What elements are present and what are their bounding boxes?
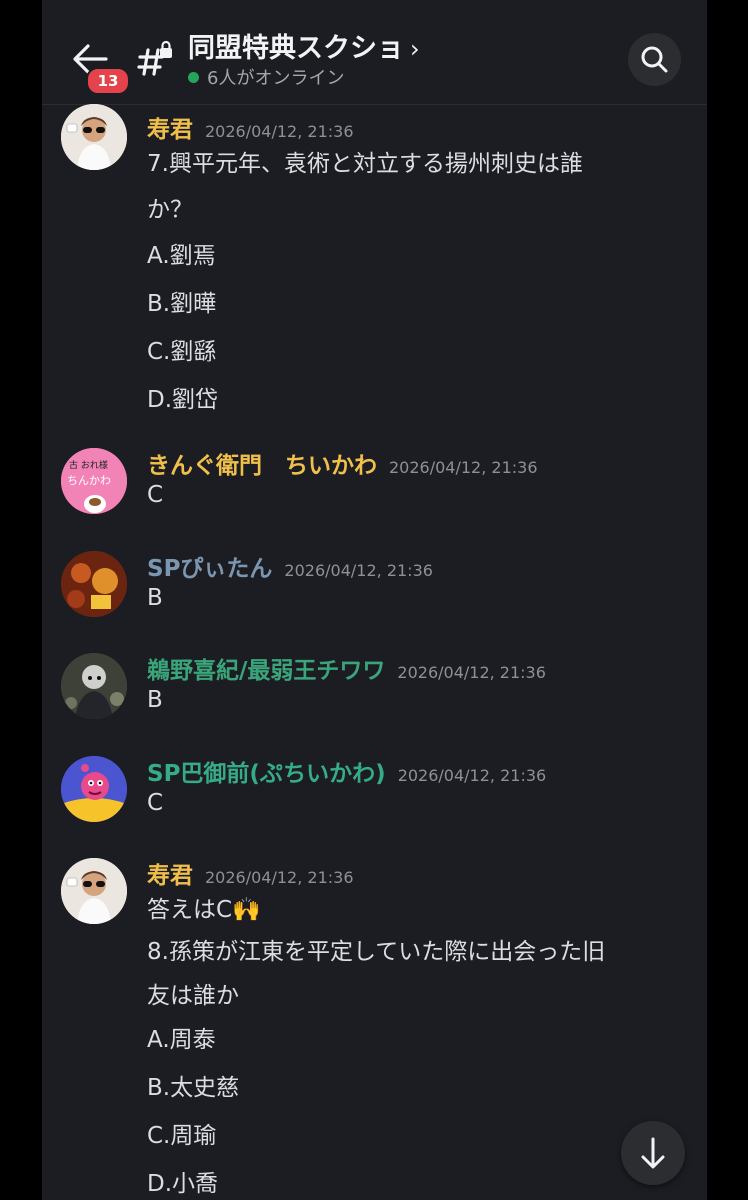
timestamp: 2026/04/12, 21:36 [284, 561, 433, 580]
message[interactable]: SP巴御前(ぷちいかわ) 2026/04/12, 21:36 C [42, 756, 707, 826]
message-text: A.周泰 [147, 1027, 216, 1053]
channel-title[interactable]: 同盟特典スクショ › [188, 26, 420, 65]
message[interactable]: 古 おれ様 ちんかわ きんぐ衛門 ちいかわ 2026/04/12, 21:36 C [42, 448, 707, 518]
chevron-right-icon: › [410, 35, 420, 63]
message-text: か？ [147, 197, 193, 223]
avatar-photo-icon [61, 858, 127, 924]
message-text: 7.興平元年、袁術と対立する揚州刺史は誰 [147, 151, 583, 177]
online-dot-icon [188, 72, 199, 83]
jump-to-latest-button[interactable] [621, 1121, 685, 1185]
message-text: B [147, 687, 163, 713]
message-header: SP巴御前(ぷちいかわ) 2026/04/12, 21:36 [147, 754, 546, 788]
message-header: きんぐ衛門 ちいかわ 2026/04/12, 21:36 [147, 446, 538, 480]
message[interactable]: 鵜野喜紀/最弱王チワワ 2026/04/12, 21:36 B [42, 653, 707, 723]
timestamp: 2026/04/12, 21:36 [389, 458, 538, 477]
author-name[interactable]: 寿君 [147, 117, 193, 143]
avatar-photo-icon [61, 551, 127, 617]
avatar[interactable]: 古 おれ様 ちんかわ [61, 448, 127, 514]
online-status: 6人がオンライン [188, 64, 344, 90]
author-name[interactable]: SP巴御前(ぷちいかわ) [147, 761, 386, 787]
avatar[interactable] [61, 653, 127, 719]
author-name[interactable]: SPぴぃたん [147, 556, 272, 582]
message-text: D.小喬 [147, 1171, 219, 1197]
message-text: 8.孫策が江東を平定していた際に出会った旧 [147, 939, 606, 965]
message-header: 寿君 2026/04/12, 21:36 [147, 856, 354, 890]
online-count: 6人がオンライン [207, 68, 345, 89]
avatar-illustration-icon [61, 756, 127, 822]
avatar-photo-icon [61, 104, 127, 170]
avatar[interactable] [61, 551, 127, 617]
avatar[interactable] [61, 858, 127, 924]
search-icon [641, 46, 668, 73]
message-header: 寿君 2026/04/12, 21:36 [147, 110, 354, 144]
message-text: C.劉繇 [147, 339, 217, 365]
message[interactable]: 寿君 2026/04/12, 21:36 7.興平元年、袁術と対立する揚州刺史は誰… [42, 104, 707, 424]
message-text: C [147, 482, 164, 508]
author-name[interactable]: 寿君 [147, 863, 193, 889]
message-text: 答えはC🙌 [147, 897, 261, 923]
message-text: B [147, 585, 163, 611]
hashtag-lock-icon [137, 40, 172, 76]
message-text: D.劉岱 [147, 387, 219, 413]
arrow-down-icon [641, 1137, 665, 1169]
timestamp: 2026/04/12, 21:36 [205, 868, 354, 887]
message-text: A.劉焉 [147, 243, 216, 269]
avatar[interactable] [61, 104, 127, 170]
message-text: 友は誰か [147, 983, 239, 1009]
timestamp: 2026/04/12, 21:36 [397, 766, 547, 785]
message[interactable]: SPぴぃたん 2026/04/12, 21:36 B [42, 551, 707, 621]
message-header: 鵜野喜紀/最弱王チワワ 2026/04/12, 21:36 [147, 651, 546, 685]
message-text: B.劉曄 [147, 291, 217, 317]
timestamp: 2026/04/12, 21:36 [397, 663, 546, 682]
message-text: C.周瑜 [147, 1123, 217, 1149]
chat-app: 13 同盟特典スクショ › 6人がオンライン 寿君 2026/04/12, 21… [42, 0, 707, 1200]
message-text: B.太史慈 [147, 1075, 240, 1101]
message-header: SPぴぃたん 2026/04/12, 21:36 [147, 549, 433, 583]
message-text: C [147, 790, 164, 816]
chiikawa-avatar-icon: 古 おれ様 ちんかわ [61, 448, 127, 514]
message[interactable]: 寿君 2026/04/12, 21:36 答えはC🙌 8.孫策が江東を平定していた… [42, 858, 707, 1200]
author-name[interactable]: きんぐ衛門 ちいかわ [147, 453, 377, 479]
search-button[interactable] [628, 33, 681, 86]
avatar[interactable] [61, 756, 127, 822]
timestamp: 2026/04/12, 21:36 [205, 122, 354, 141]
channel-name: 同盟特典スクショ [188, 33, 404, 64]
avatar-caption: ちんかわ [67, 474, 111, 487]
channel-header: 13 同盟特典スクショ › 6人がオンライン [42, 0, 707, 105]
unread-badge: 13 [86, 67, 130, 95]
author-name[interactable]: 鵜野喜紀/最弱王チワワ [147, 658, 385, 684]
avatar-photo-icon [61, 653, 127, 719]
avatar-caption: 古 おれ様 [69, 459, 108, 471]
